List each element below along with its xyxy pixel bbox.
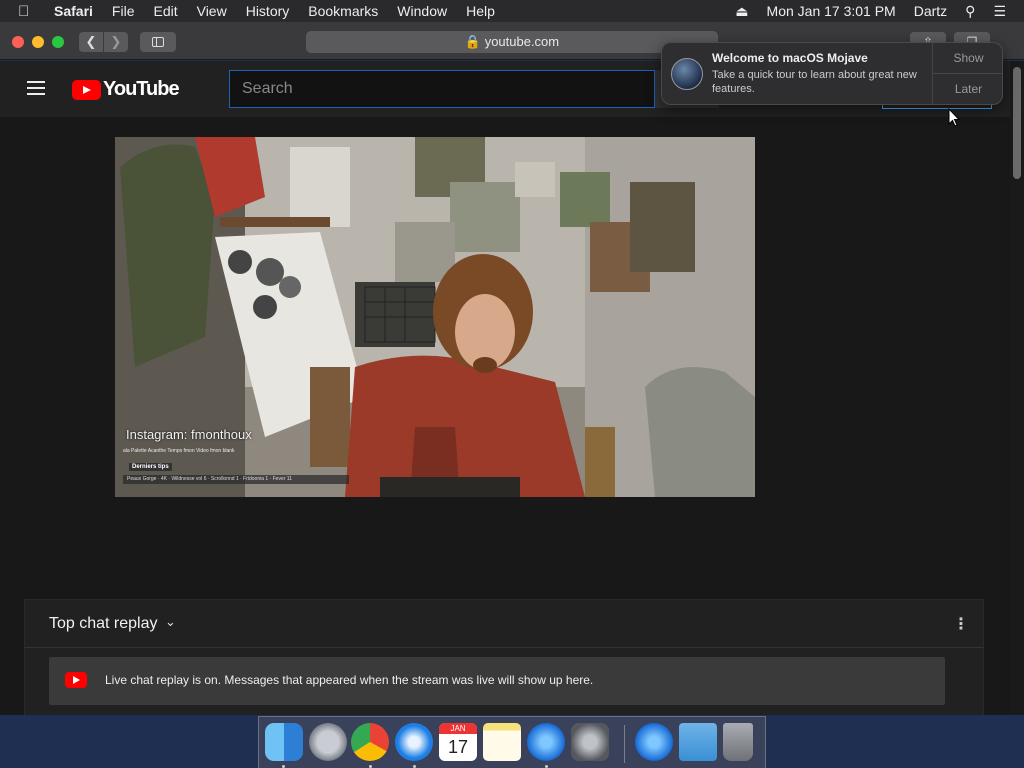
notification-title: Welcome to macOS Mojave <box>712 51 868 65</box>
apple-icon[interactable]:  <box>18 3 40 20</box>
youtube-play-icon <box>65 672 87 688</box>
minimize-window-button[interactable] <box>32 36 44 48</box>
menu-edit[interactable]: Edit <box>153 3 177 19</box>
chat-replay-message: Live chat replay is on. Messages that ap… <box>105 673 594 687</box>
sidebar-toggle-button[interactable] <box>140 32 176 52</box>
lock-icon: 🔒 <box>464 34 482 49</box>
eject-icon[interactable]: ⏏ <box>735 3 748 20</box>
page-scrollbar[interactable] <box>1010 61 1024 715</box>
dock-launchpad-icon[interactable] <box>309 723 347 761</box>
back-button[interactable]: ❮ <box>79 32 103 52</box>
address-text: youtube.com <box>484 34 560 49</box>
menu-history[interactable]: History <box>246 3 290 19</box>
search-icon[interactable]: ⚲ <box>965 3 975 20</box>
video-player[interactable]: ala Palette Acanthe Temps fmon Video fmo… <box>115 137 755 497</box>
macos-menu-bar:  Safari File Edit View History Bookmark… <box>0 0 1024 22</box>
menu-help[interactable]: Help <box>466 3 495 19</box>
chevron-left-icon: ❮ <box>85 34 97 49</box>
video-links-strip: ala Palette Acanthe Temps fmon Video fmo… <box>123 448 235 454</box>
menu-bar-status: ⏏ Mon Jan 17 3:01 PM Dartz ⚲ ☰ <box>735 0 1024 22</box>
dock-app-store-icon[interactable] <box>527 723 565 761</box>
video-ticker: Peaux Gorge · 4K · Wildnesse vol 6 · Scr… <box>123 475 349 484</box>
youtube-play-icon <box>72 79 101 100</box>
dock-calendar-icon[interactable]: JAN 17 <box>439 723 477 761</box>
macos-dock: JAN 17 <box>258 716 766 768</box>
notification-body: Take a quick tour to learn about great n… <box>712 69 917 95</box>
video-overlay-instagram: Instagram: fmonthoux <box>126 427 252 442</box>
clock[interactable]: Mon Jan 17 3:01 PM <box>767 3 896 19</box>
notification-actions: Show Later <box>932 43 1002 104</box>
zoom-window-button[interactable] <box>52 36 64 48</box>
youtube-logo[interactable]: YouTube <box>72 78 180 101</box>
scrollbar-thumb[interactable] <box>1013 67 1021 179</box>
calendar-day: 17 <box>447 737 469 757</box>
close-window-button[interactable] <box>12 36 24 48</box>
video-tips-label: Derniers tips <box>129 463 172 471</box>
menu-file[interactable]: File <box>112 3 135 19</box>
search-input[interactable] <box>229 70 655 108</box>
user-name[interactable]: Dartz <box>914 3 947 19</box>
dock-system-preferences-icon[interactable] <box>571 723 609 761</box>
calendar-month: JAN <box>439 723 477 734</box>
mouse-cursor-icon <box>948 108 961 127</box>
youtube-page: YouTube Search ala Palette Acanthe Temps… <box>0 61 1024 715</box>
chat-header: Top chat replay ⌄ ⋮ <box>25 600 983 648</box>
dock-safari-icon[interactable] <box>395 723 433 761</box>
notification-later-button[interactable]: Later <box>933 74 1002 104</box>
more-options-icon[interactable]: ⋮ <box>953 614 969 634</box>
dock-finder-icon[interactable] <box>265 723 303 761</box>
dock-chrome-icon[interactable] <box>351 723 389 761</box>
menu-window[interactable]: Window <box>397 3 447 19</box>
dock-notes-icon[interactable] <box>483 723 521 761</box>
chevron-right-icon: ❯ <box>110 34 122 49</box>
dock-app-store-installer-icon[interactable] <box>635 723 673 761</box>
forward-button[interactable]: ❯ <box>104 32 128 52</box>
guide-menu-button[interactable] <box>27 81 45 95</box>
mojave-notification[interactable]: Welcome to macOS Mojave Take a quick tou… <box>661 42 1003 105</box>
live-chat-panel: Top chat replay ⌄ ⋮ Live chat replay is … <box>24 599 984 715</box>
chat-replay-banner: Live chat replay is on. Messages that ap… <box>49 657 945 705</box>
address-bar[interactable]: 🔒 youtube.com <box>306 31 718 53</box>
notification-show-button[interactable]: Show <box>933 43 1002 74</box>
mojave-icon <box>671 58 703 90</box>
youtube-logo-text: YouTube <box>103 78 180 100</box>
dock-downloads-folder-icon[interactable] <box>679 723 717 761</box>
menu-app-safari[interactable]: Safari <box>54 3 93 19</box>
menu-bookmarks[interactable]: Bookmarks <box>308 3 378 19</box>
dock-trash-icon[interactable] <box>723 723 753 761</box>
menu-list-icon[interactable]: ☰ <box>993 3 1006 20</box>
video-frame <box>115 137 755 497</box>
chevron-down-icon[interactable]: ⌄ <box>165 614 176 630</box>
chat-mode-selector[interactable]: Top chat replay <box>49 615 158 633</box>
sidebar-icon <box>152 37 164 47</box>
dock-separator <box>624 725 625 763</box>
menu-view[interactable]: View <box>197 3 227 19</box>
